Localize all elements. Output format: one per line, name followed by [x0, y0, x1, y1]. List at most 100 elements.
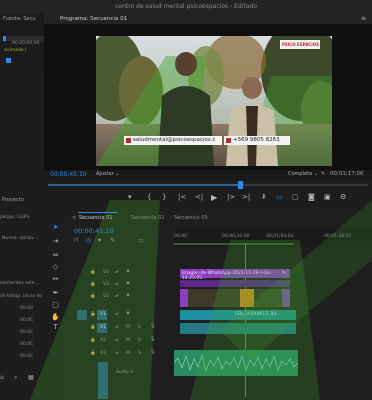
go-to-in-button[interactable]: |<	[178, 193, 186, 201]
project-search-label[interactable]: jabajo: CLIPS	[0, 215, 29, 220]
clip-image-whatsapp[interactable]: Imagen-de-WhatsApp-2023-11-29-a-las-14.2…	[180, 269, 290, 281]
tab-sequence-01[interactable]: Secuencia 01	[79, 215, 113, 221]
clip-v3-graphic[interactable]	[180, 280, 290, 287]
audio-3-label: Audio 3	[116, 370, 134, 375]
clip-v2-highlight	[240, 289, 254, 307]
lift-icon[interactable]: ⇞	[261, 193, 267, 201]
slip-tool-icon[interactable]: ↔	[50, 275, 61, 283]
camera-icon[interactable]: ◙	[308, 193, 315, 201]
marker-icon[interactable]: ▾	[128, 193, 132, 201]
mark-in-button[interactable]: {	[147, 193, 151, 201]
type-tool-icon[interactable]: T	[50, 323, 61, 331]
hand-tool-icon[interactable]: ✋	[50, 313, 61, 321]
track-label: V1	[100, 312, 106, 317]
video-frame: PSICO ESPACIOS saludmental@psicoespacios…	[96, 36, 332, 166]
fit-dropdown[interactable]: Ajustar ⌄	[96, 171, 119, 177]
clip-a1-audio[interactable]	[180, 323, 296, 334]
program-scrub-bar[interactable]	[44, 180, 372, 190]
ripple-edit-tool-icon[interactable]: ⇔	[50, 251, 61, 259]
quality-dropdown[interactable]: Completa ⌄	[288, 171, 318, 177]
tools-panel: ➤ ⇥ ⇔ ◇ ↔ ✒ ▢ ✋ T	[47, 215, 65, 400]
mark-out-button[interactable]: }	[162, 193, 166, 201]
go-to-out-button[interactable]: >|	[242, 193, 250, 201]
track-select-tool-icon[interactable]: ⇥	[50, 237, 61, 245]
audio-waveform	[173, 353, 299, 373]
project-elements-label: elementos sele...	[0, 281, 39, 286]
audio-target-strip[interactable]	[98, 362, 108, 399]
source-timecode: 00;00;00;00	[12, 41, 40, 46]
sync-icon[interactable]: ⇌	[115, 325, 119, 330]
captions-icon[interactable]: ▭	[138, 237, 144, 244]
timeline-timecode[interactable]: 00;00;45;10	[74, 227, 114, 235]
clip-v2-end	[282, 289, 290, 307]
rectangle-tool-icon[interactable]: ▢	[50, 301, 61, 309]
lock-icon[interactable]: 🔒	[90, 325, 96, 330]
step-back-button[interactable]: <|	[195, 193, 203, 201]
mute-button[interactable]: M	[126, 351, 130, 356]
sync-icon[interactable]: ⇌	[115, 294, 119, 299]
source-patch-v1[interactable]	[77, 310, 87, 320]
tab-sequence-01-b[interactable]: Secuencia 01	[131, 215, 165, 221]
snap-icon[interactable]: ⊓	[74, 237, 79, 244]
pen-tool-icon[interactable]: ✒	[50, 289, 61, 297]
lock-icon[interactable]: 🔒	[90, 294, 96, 299]
source-monitor-tab[interactable]: Fuente: Secu	[3, 16, 36, 22]
sync-icon[interactable]: ⇌	[115, 282, 119, 287]
comparison-view-icon[interactable]: ▭	[276, 193, 283, 201]
work-area-bar[interactable]	[174, 243, 294, 245]
video-frame-image	[96, 36, 332, 166]
program-monitor-tab[interactable]: Programa: Secuencia 01	[60, 16, 127, 22]
track-header-v2: 🔒 V2 ⇌ ◉	[68, 292, 174, 302]
mic-icon[interactable]: 🎙	[150, 324, 156, 329]
grid-view-icon[interactable]: ▦	[28, 374, 34, 381]
sync-icon[interactable]: ⇌	[115, 270, 119, 275]
app-title-suffix: - Editado	[230, 3, 257, 10]
overlay-icon[interactable]: ▢	[292, 193, 299, 201]
solo-button[interactable]: S	[138, 338, 141, 343]
lock-icon[interactable]: 🔒	[90, 270, 96, 275]
sync-icon[interactable]: ⇌	[115, 338, 119, 343]
folder-icon[interactable]: ⌂	[0, 374, 4, 381]
timeline-ruler[interactable]: 00;00 00;00;32;00 00;01;04;02 00;01;36;0…	[174, 227, 372, 247]
eye-icon[interactable]: ◉	[126, 293, 130, 298]
solo-button[interactable]: S	[138, 325, 141, 330]
clip-a3-audio[interactable]	[173, 350, 299, 376]
clip-v2-start	[180, 289, 188, 307]
clip-v1-video[interactable]: CDI_20240612_1... fx	[180, 310, 296, 320]
track-header-v4: 🔒 V4 ⇌ ◉	[68, 268, 174, 278]
play-button[interactable]: ▶	[211, 193, 217, 202]
solo-button[interactable]: S	[138, 351, 141, 356]
mic-icon[interactable]: 🎙	[150, 350, 156, 355]
eye-icon[interactable]: ◉	[126, 269, 130, 274]
mute-button[interactable]: M	[126, 338, 130, 343]
lock-icon[interactable]: 🔒	[90, 282, 96, 287]
mute-button[interactable]: M	[126, 325, 130, 330]
project-panel-tab[interactable]: Proyecto	[2, 197, 24, 203]
lock-icon[interactable]: 🔒	[90, 312, 96, 317]
tab-sequence-03[interactable]: Secuencia 03	[174, 215, 208, 221]
eye-icon[interactable]: ◉	[126, 281, 130, 286]
razor-tool-icon[interactable]: ◇	[50, 263, 61, 271]
panel-menu-icon[interactable]: ≡	[361, 15, 366, 22]
program-timecode[interactable]: 00;00;45;10	[50, 171, 87, 178]
eye-icon[interactable]: ◉	[126, 311, 130, 316]
sync-icon[interactable]: ⇌	[115, 351, 119, 356]
sync-icon[interactable]: ⇌	[115, 312, 119, 317]
playhead-marker[interactable]	[238, 181, 243, 189]
program-duration: 00;01;17;06	[330, 171, 364, 177]
mic-icon[interactable]: 🎙	[150, 337, 156, 342]
track-label: A2	[100, 338, 106, 343]
add-marker-icon[interactable]: ▾	[98, 237, 101, 244]
timeline-close-icon[interactable]: ×	[72, 215, 76, 221]
search-icon[interactable]: ⌕	[14, 374, 17, 382]
linked-selection-icon[interactable]: ◎	[86, 237, 91, 244]
wrench-icon[interactable]: ✎	[321, 171, 325, 177]
timeline-settings-icon[interactable]: ✎	[110, 237, 115, 244]
clip-v2-image[interactable]	[180, 289, 290, 307]
lock-icon[interactable]: 🔒	[90, 338, 96, 343]
step-forward-button[interactable]: |>	[227, 193, 235, 201]
export-frame-icon[interactable]: ▣	[324, 193, 331, 201]
lock-icon[interactable]: 🔒	[90, 351, 96, 356]
selection-tool-icon[interactable]: ➤	[50, 223, 61, 231]
settings-icon[interactable]: ⚙	[340, 193, 346, 201]
